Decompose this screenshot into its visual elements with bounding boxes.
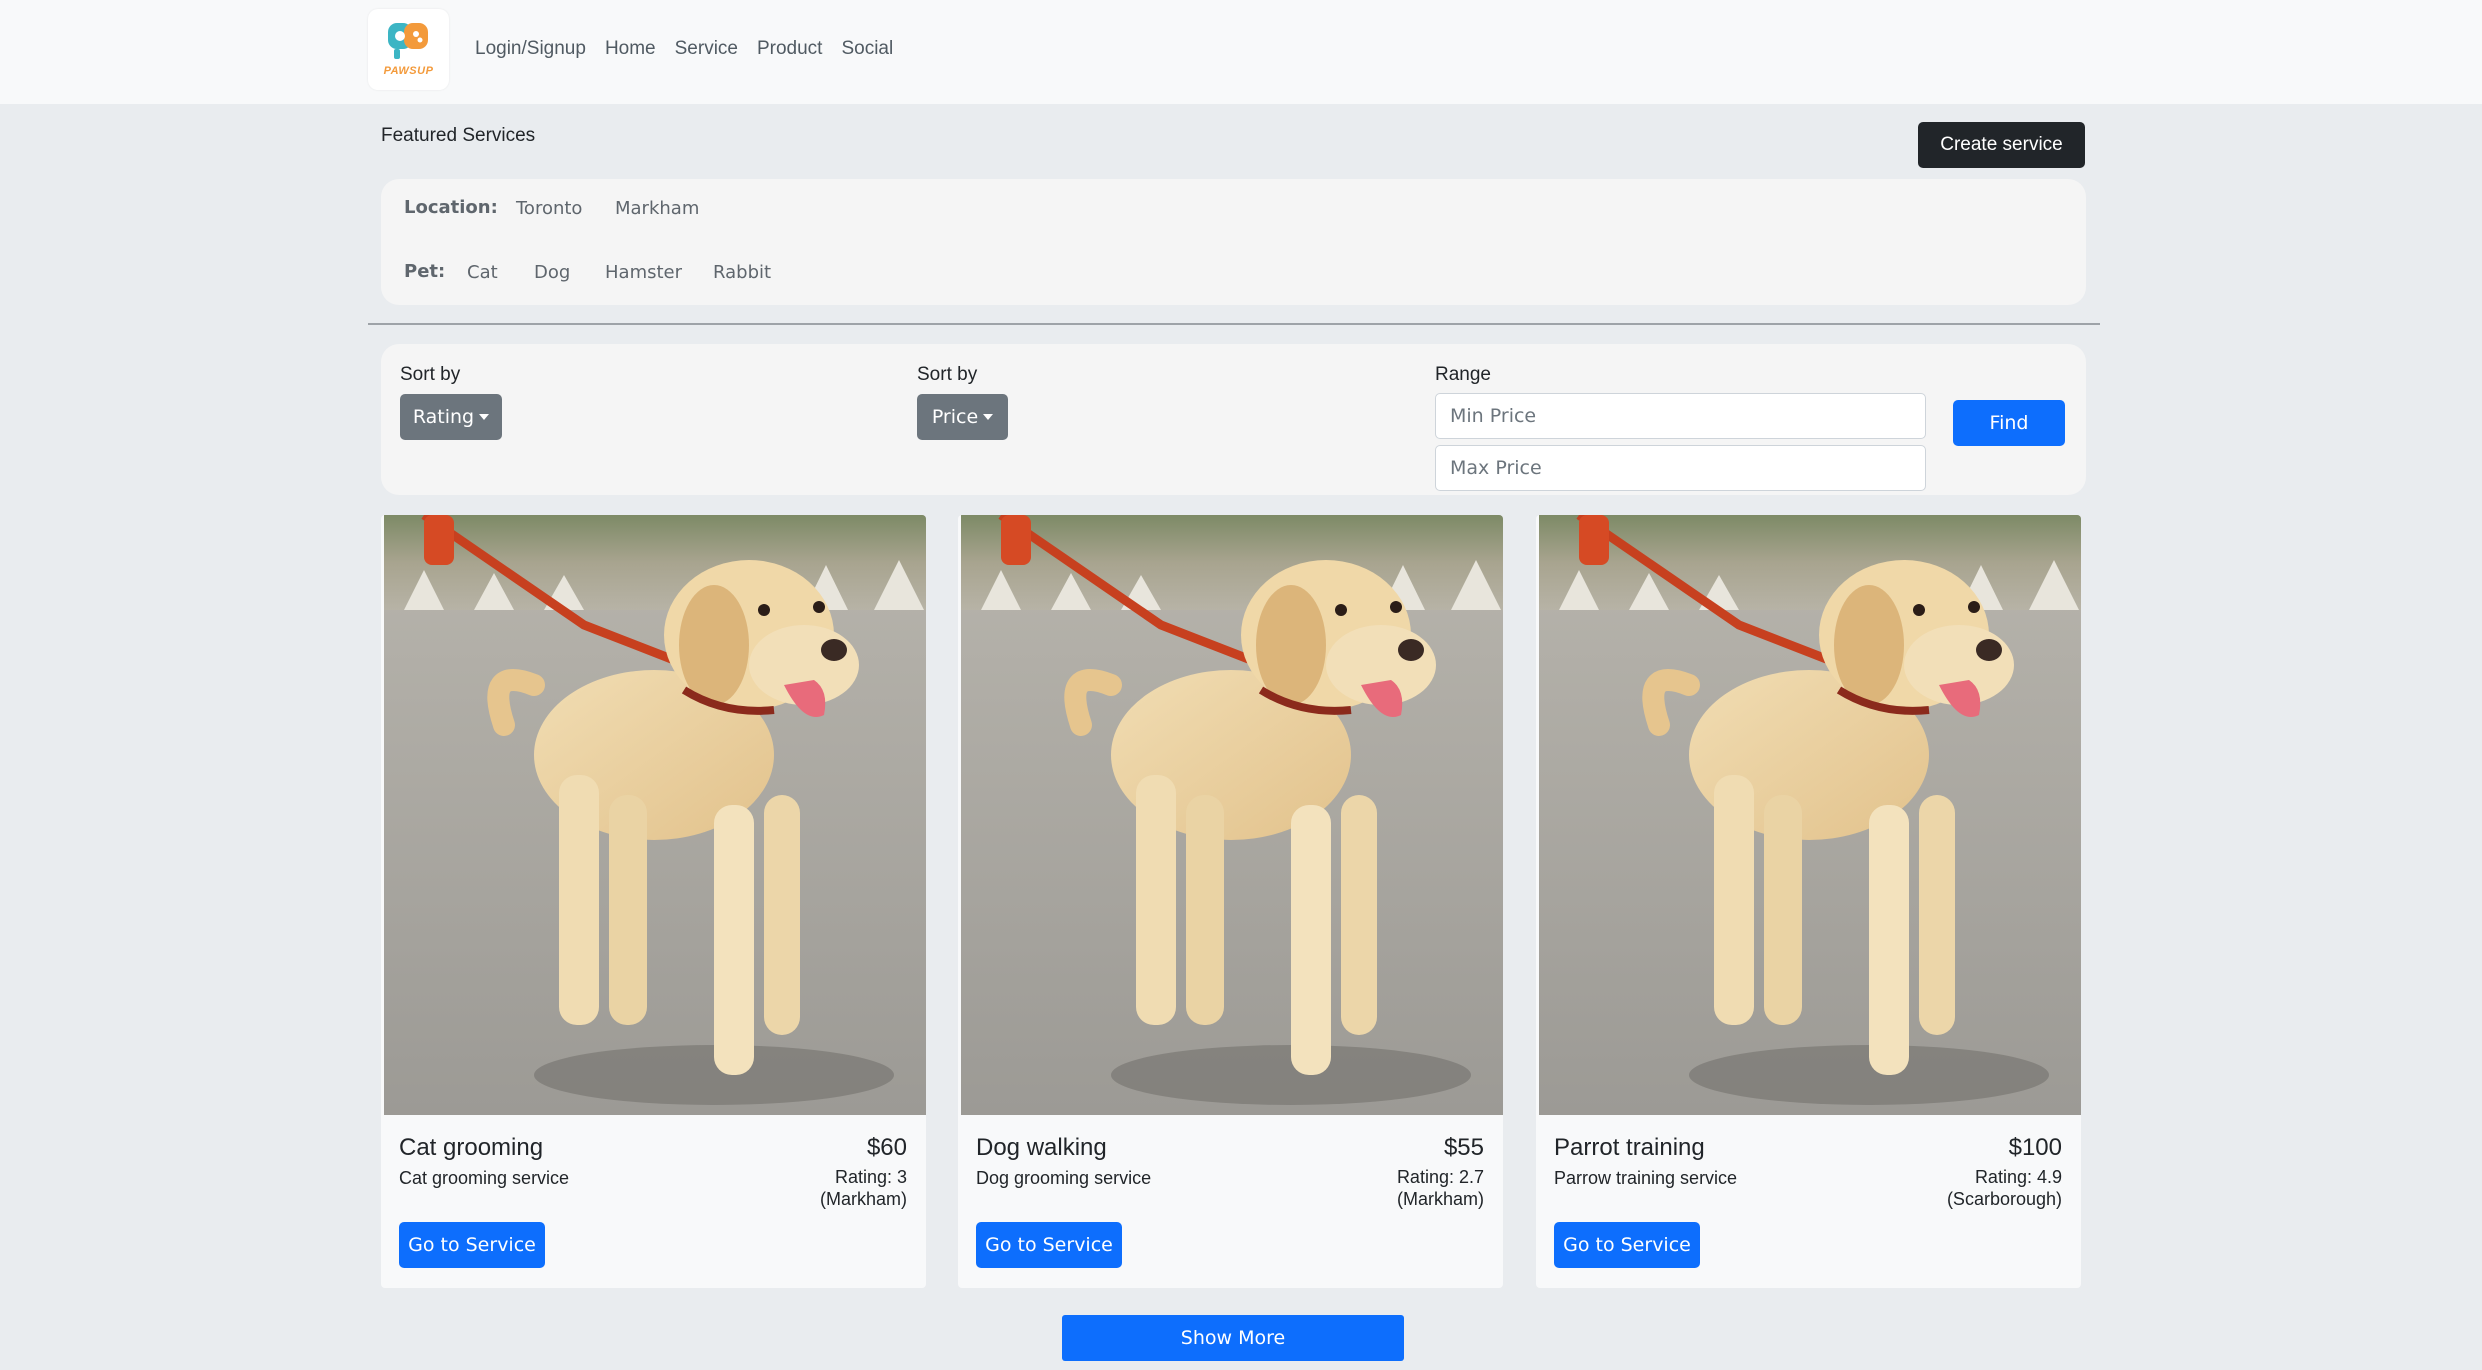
service-description: Cat grooming service: [399, 1168, 570, 1188]
pet-option-rabbit[interactable]: Rabbit: [713, 262, 771, 283]
show-more-button[interactable]: Show More: [1062, 1315, 1404, 1361]
pet-option-dog[interactable]: Dog: [534, 262, 570, 283]
service-image: [384, 515, 926, 1115]
nav-product[interactable]: Product: [757, 36, 822, 62]
caret-down-icon: [479, 414, 490, 420]
pawsup-logo[interactable]: PAWSUP: [368, 9, 449, 90]
service-price: $55: [1443, 1134, 1484, 1161]
sort-rating-dropdown[interactable]: Rating: [400, 394, 502, 440]
sort-by-price-label: Sort by: [917, 364, 978, 385]
divider: [368, 323, 2100, 325]
pet-option-hamster[interactable]: Hamster: [605, 262, 682, 283]
filter-panel: Location: Toronto Markham Pet: Cat Dog H…: [381, 179, 2086, 305]
service-price: $100: [2008, 1134, 2062, 1161]
logo-text: PAWSUP: [383, 65, 434, 77]
rating-text: Rating: 4.9: [1974, 1167, 2062, 1187]
create-service-button[interactable]: Create service: [1918, 122, 2085, 168]
service-title: Dog walking: [976, 1134, 1107, 1161]
service-image: [1539, 515, 2081, 1115]
sort-rating-dropdown-label: Rating: [412, 406, 475, 428]
location-text: (Scarborough): [1946, 1189, 2062, 1209]
service-title: Parrot training: [1554, 1134, 1705, 1161]
sort-price-dropdown[interactable]: Price: [917, 394, 1008, 440]
range-label: Range: [1435, 364, 1491, 385]
find-button[interactable]: Find: [1953, 400, 2065, 446]
nav-social[interactable]: Social: [841, 36, 893, 62]
sort-by-rating-label: Sort by: [400, 364, 461, 385]
navbar: PAWSUP Login/Signup Home Service Product…: [0, 0, 2482, 104]
service-card: Parrot training $100 Parrow training ser…: [1536, 515, 2081, 1288]
caret-down-icon: [983, 414, 994, 420]
service-rating: Rating: 3 (Markham): [820, 1166, 907, 1210]
service-description: Dog grooming service: [976, 1168, 1152, 1188]
sort-price-dropdown-label: Price: [931, 406, 979, 428]
location-option-markham[interactable]: Markham: [615, 198, 699, 219]
pet-label: Pet:: [404, 261, 446, 282]
rating-text: Rating: 2.7: [1396, 1167, 1484, 1187]
location-option-toronto[interactable]: Toronto: [516, 198, 582, 219]
go-to-service-button[interactable]: Go to Service: [399, 1222, 545, 1268]
service-rating: Rating: 2.7 (Markham): [1397, 1166, 1484, 1210]
nav-home[interactable]: Home: [605, 36, 656, 62]
nav-links: Login/Signup Home Service Product Social: [475, 36, 912, 62]
nav-login-signup[interactable]: Login/Signup: [475, 36, 586, 62]
page-title: Featured Services: [381, 125, 536, 146]
service-title: Cat grooming: [399, 1134, 544, 1161]
nav-service[interactable]: Service: [675, 36, 738, 62]
service-description: Parrow training service: [1554, 1168, 1738, 1188]
service-card: Cat grooming $60 Cat grooming service Ra…: [381, 515, 926, 1288]
paw-logo-icon: [388, 23, 428, 59]
location-label: Location:: [404, 197, 498, 218]
service-image: [961, 515, 1503, 1115]
service-rating: Rating: 4.9 (Scarborough): [1947, 1166, 2062, 1210]
max-price-input[interactable]: [1435, 445, 1926, 491]
rating-text: Rating: 3: [834, 1167, 907, 1187]
pet-option-cat[interactable]: Cat: [467, 262, 498, 283]
go-to-service-button[interactable]: Go to Service: [976, 1222, 1122, 1268]
go-to-service-button[interactable]: Go to Service: [1554, 1222, 1700, 1268]
min-price-input[interactable]: [1435, 393, 1926, 439]
service-price: $60: [866, 1134, 907, 1161]
service-card: Dog walking $55 Dog grooming service Rat…: [958, 515, 1503, 1288]
location-text: (Markham): [1396, 1189, 1484, 1209]
location-text: (Markham): [819, 1189, 907, 1209]
